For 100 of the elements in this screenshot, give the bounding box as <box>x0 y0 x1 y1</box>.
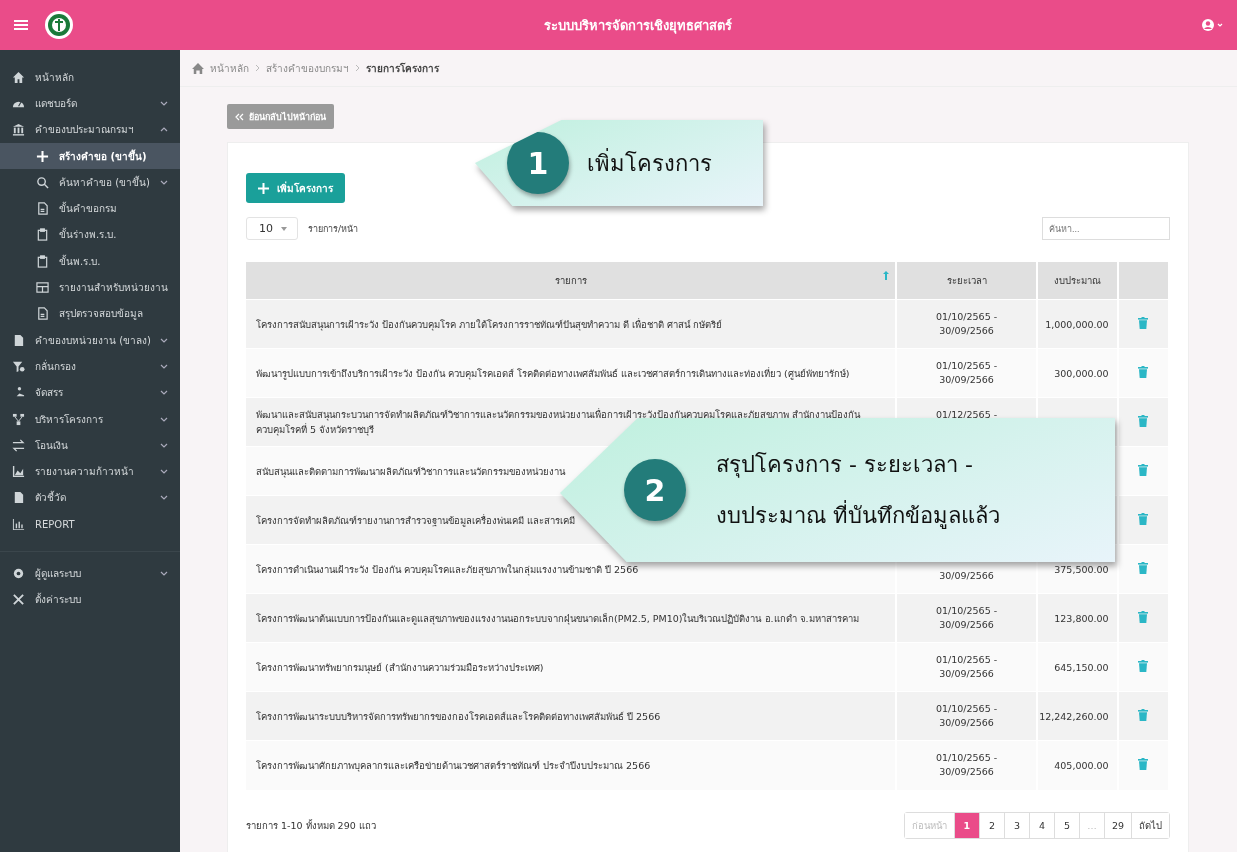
emblem-logo-icon <box>44 10 74 40</box>
clipboard-icon <box>36 228 49 242</box>
table-cell: โครงการพัฒนาทรัพยากรมนุษย์ (สำนักงานความร่วมมือระหว่างประเทศ) <box>256 661 544 673</box>
sidebar-item[interactable]: ขั้นคำขอกรม <box>0 195 180 222</box>
trash-icon[interactable] <box>1138 464 1149 476</box>
page-button[interactable]: 1 <box>953 812 979 838</box>
page-size-label: รายการ/หน้า <box>308 222 360 236</box>
column-header[interactable]: ระยะเวลา <box>896 262 1037 300</box>
sidebar-item[interactable]: แดชบอร์ด <box>0 90 180 117</box>
home-icon <box>192 62 204 74</box>
trash-icon[interactable] <box>1138 513 1149 525</box>
row-summary: รายการ 1-10 ทั้งหมด 290 แถว <box>246 818 376 833</box>
double-chevron-icon <box>235 112 244 121</box>
sidebar-item[interactable]: รายงานสำหรับหน่วยงาน <box>0 274 180 301</box>
table-cell: 01/10/2565 - <box>935 703 998 714</box>
document-icon <box>12 333 25 347</box>
plus-icon <box>258 182 269 194</box>
sidebar-item[interactable]: กลั่นกรอง <box>0 353 180 380</box>
trash-icon[interactable] <box>1138 611 1149 623</box>
sidebar-item[interactable]: บริหารโครงการ <box>0 405 180 433</box>
bars-icon <box>12 517 25 531</box>
sidebar-item[interactable]: REPORT <box>0 511 180 538</box>
table-cell: 30/09/2566 <box>939 717 994 728</box>
table-cell: โครงการจัดทำผลิตภัณฑ์รายงานการสำรวจฐานข้อมูลเครื่องพ่นเคมี และสารเคมี <box>256 514 576 526</box>
sidebar-item[interactable]: ขั้นร่างพ.ร.บ. <box>0 221 180 249</box>
document-icon <box>36 202 49 216</box>
trash-icon[interactable] <box>1138 660 1149 672</box>
next-page-button[interactable]: ถัดไป <box>1131 812 1169 838</box>
step-number: 2 <box>624 459 686 521</box>
sidebar-item[interactable]: ผู้ดูแลระบบ <box>0 560 180 587</box>
table-cell: 300,000.00 <box>1054 367 1109 379</box>
table-cell: 01/10/2565 - <box>935 605 998 616</box>
column-header[interactable]: รายการ <box>246 262 897 300</box>
sidebar-item[interactable]: จัดสรร <box>0 379 180 406</box>
sidebar-item[interactable]: สรุปตรวจสอบข้อมูล <box>0 300 180 327</box>
table-cell: 12,242,260.00 <box>1039 710 1109 722</box>
table-cell: 30/09/2566 <box>939 570 994 581</box>
home-icon <box>12 70 25 84</box>
menu-icon[interactable] <box>14 19 28 31</box>
table-cell: โครงการพัฒนาต้นแบบการป้องกันและดูแลสุขภาพของแรงงานนอกระบบจากฝุ่นขนาดเล็ก(PM2.5, PM10)ในบริเวณปฏิบัติงาน อ.แกดำ จ.มหาสารคาม <box>256 612 859 624</box>
caret-icon <box>281 226 287 231</box>
table-cell: 1,000,000.00 <box>1045 318 1109 330</box>
table-cell: 405,000.00 <box>1054 759 1109 771</box>
sidebar-item[interactable]: หน้าหลัก <box>0 64 180 91</box>
table-cell: สนับสนุนและติดตามการพัฒนาผลิตภัณฑ์วิชาการและนวัตกรรมของหน่วยงาน <box>256 465 565 477</box>
document-icon <box>12 491 25 505</box>
sidebar-item[interactable]: สร้างคำขอ (ขาขึ้น) <box>0 142 180 170</box>
sidebar-item[interactable]: คำของบประมาณกรมฯ <box>0 116 180 143</box>
table-cell: 30/09/2566 <box>939 374 994 385</box>
table-cell: 123,800.00 <box>1054 612 1109 624</box>
trash-icon[interactable] <box>1138 758 1149 771</box>
table-cell: 30/09/2566 <box>939 766 994 778</box>
table-cell: 30/09/2566 <box>939 325 994 336</box>
trash-icon[interactable] <box>1138 709 1149 721</box>
table-cell: 01/10/2565 - <box>935 311 998 322</box>
sidebar-item[interactable]: ตั้งค่าระบบ <box>0 586 180 613</box>
step-number: 1 <box>507 132 569 194</box>
document-icon <box>36 307 49 321</box>
arrows-icon <box>12 438 25 452</box>
sidebar-item[interactable]: ขั้นพ.ร.บ. <box>0 248 180 275</box>
search-icon <box>36 175 49 189</box>
table-cell: 01/10/2565 - <box>935 360 998 371</box>
table-cell: พัฒนาและสนับสนุนกระบวนการจัดทำผลิตภัณฑ์วิชาการและนวัตกรรมของหน่วยงานเพื่อการเฝ้าระวังป้องกันควบคุมโรคและภัยสุขภาพ สำนักงานป้องกันควบคุมโรคที่ 5 จังหวัดราชบุรี <box>256 409 861 435</box>
search-field[interactable]: ค้นหา... <box>1042 217 1170 240</box>
sidebar-item[interactable]: รายงานความก้าวหน้า <box>0 458 180 485</box>
column-header[interactable]: งบประมาณ <box>1036 262 1118 300</box>
app-title: ระบบบริหารจัดการเชิงยุทธศาสตร์ <box>542 16 733 36</box>
table-cell: พัฒนารูปแบบการเข้าถึงบริการเฝ้าระวัง ป้องกัน ควบคุมโรคเอดส์ โรคติดต่อทางเพศสัมพันธ์ และเวชศาสตร์การเดินทางและท่องเที่ยว (ศูนย์พัทยารักษ์) <box>256 367 850 379</box>
trash-icon[interactable] <box>1138 317 1149 329</box>
table-cell: 375,500.00 <box>1054 563 1109 575</box>
table-cell: โครงการดำเนินงานเฝ้าระวัง ป้องกัน ควบคุมโรคและภัยสุขภาพในกลุ่มแรงงานข้ามชาติ ปี 2566 <box>256 563 639 575</box>
table-cell: 30/09/2566 <box>939 619 994 630</box>
sidebar-item[interactable]: ค้นหาคำขอ (ขาขึ้น) <box>0 169 180 196</box>
table-cell: 645,150.00 <box>1054 661 1109 673</box>
sidebar-item[interactable]: ตัวชี้วัด <box>0 484 180 512</box>
table-icon <box>36 281 49 294</box>
callout-text: เพิ่มโครงการ <box>587 147 712 178</box>
chevron-icon <box>355 64 360 72</box>
funnel-icon <box>12 359 25 373</box>
table-cell: โครงการพัฒนาระบบบริหารจัดการทรัพยากรของกองโรคเอดส์และโรคติดต่อทางเพศสัมพันธ์ ปี 2566 <box>256 710 661 722</box>
trash-icon[interactable] <box>1138 415 1149 427</box>
page-size-select[interactable]: 10 <box>246 217 298 240</box>
callout-text: งบประมาณ ที่บันทึกข้อมูลแล้ว <box>716 498 1000 533</box>
user-menu-icon[interactable] <box>1201 18 1225 32</box>
table-cell: โครงการสนับสนุนการเฝ้าระวัง ป้องกันควบคุมโรค ภายใต้โครงการราชทัณฑ์ปันสุขทำความ ดี เพื่อชาติ ศาสน์ กษัตริย์ <box>256 318 723 330</box>
network-icon <box>12 412 25 426</box>
sidebar-item[interactable]: โอนเงิน <box>0 432 180 459</box>
plus-icon <box>36 149 49 163</box>
table-cell: โครงการพัฒนาศักยภาพบุคลากรและเครือข่ายด้านเวชศาสตร์ราชทัณฑ์ ประจำปีงบประมาณ 2566 <box>256 759 651 771</box>
chevron-icon <box>255 64 260 72</box>
table-cell: 01/10/2565 - <box>935 654 998 665</box>
trash-icon[interactable] <box>1138 562 1149 574</box>
table-cell: 01/10/2565 - <box>935 752 998 764</box>
breadcrumb-link[interactable]: หน้าหลัก <box>210 60 249 76</box>
trash-icon[interactable] <box>1138 366 1149 378</box>
sidebar-item[interactable]: คำของบหน่วยงาน (ขาลง) <box>0 326 180 354</box>
chart-icon <box>12 465 25 479</box>
table-cell: 01/12/2565 - <box>935 409 998 420</box>
table-cell: 30/09/2566 <box>939 668 994 679</box>
clipboard-icon <box>36 254 49 268</box>
